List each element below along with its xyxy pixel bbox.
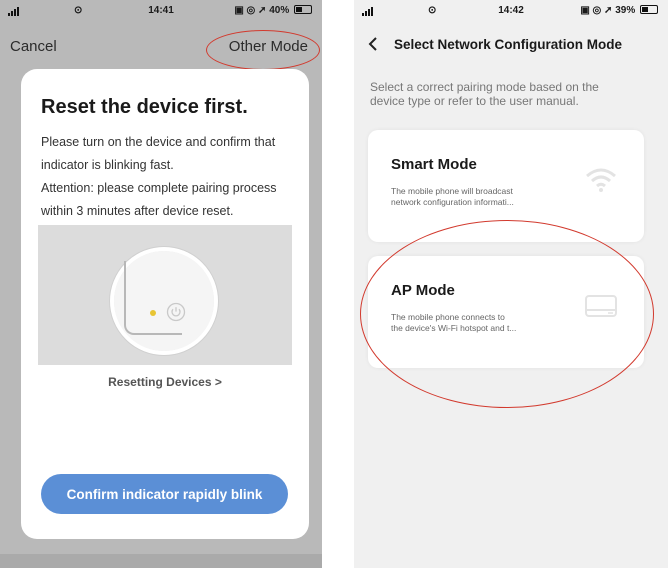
mode-hint: Select a correct pairing mode based on t… xyxy=(370,80,650,108)
hint-line: Select a correct pairing mode based on t… xyxy=(370,80,599,94)
power-button-icon xyxy=(166,302,186,322)
status-right: ▣ ◎ ➚ 39% xyxy=(580,5,658,16)
instruction-line: Attention: please complete pairing proce… xyxy=(41,181,277,195)
indicator-led-icon xyxy=(150,310,156,316)
mode-desc-line: network configuration informati... xyxy=(391,197,514,207)
battery-icon xyxy=(640,5,658,14)
resetting-devices-link[interactable]: Resetting Devices > xyxy=(21,375,309,389)
mode-desc-line: The mobile phone will broadcast xyxy=(391,186,513,196)
alarm-icon: ▣ ◎ ➚ xyxy=(234,5,267,16)
instruction-line: indicator is blinking fast. xyxy=(41,158,174,172)
reset-card: Reset the device first. Please turn on t… xyxy=(21,69,309,539)
alarm-icon: ▣ ◎ ➚ xyxy=(580,5,613,16)
network-mode-screen: ⊙ 14:42 ▣ ◎ ➚ 39% Select Network Configu… xyxy=(354,0,668,568)
status-bar: ⊙ 14:41 ▣ ◎ ➚ 40% xyxy=(0,0,322,22)
reset-device-screen: ⊙ 14:41 ▣ ◎ ➚ 40% Cancel Other Mode Rese… xyxy=(0,0,322,568)
mode-description: The mobile phone will broadcast network … xyxy=(391,186,514,208)
wifi-icon xyxy=(586,168,616,192)
page-title: Reset the device first. xyxy=(41,96,248,118)
mode-title: Smart Mode xyxy=(391,156,477,173)
status-right: ▣ ◎ ➚ 40% xyxy=(234,5,312,16)
cancel-button[interactable]: Cancel xyxy=(10,38,57,55)
confirm-blink-button[interactable]: Confirm indicator rapidly blink xyxy=(41,474,288,514)
device-illustration xyxy=(38,225,292,365)
hint-line: device type or refer to the user manual. xyxy=(370,94,579,108)
status-bar: ⊙ 14:42 ▣ ◎ ➚ 39% xyxy=(354,0,668,22)
page-title: Select Network Configuration Mode xyxy=(394,37,623,52)
bottom-strip xyxy=(0,554,322,568)
battery-percent: 40% xyxy=(269,5,290,16)
annotation-circle-ap-mode xyxy=(360,220,654,408)
instructions: Please turn on the device and confirm th… xyxy=(41,131,301,223)
annotation-circle-other-mode xyxy=(206,30,320,70)
device-image xyxy=(110,247,218,355)
instruction-line: within 3 minutes after device reset. xyxy=(41,204,234,218)
battery-icon xyxy=(294,5,312,14)
instruction-line: Please turn on the device and confirm th… xyxy=(41,135,276,149)
battery-percent: 39% xyxy=(615,5,636,16)
back-chevron-icon[interactable] xyxy=(366,36,380,52)
